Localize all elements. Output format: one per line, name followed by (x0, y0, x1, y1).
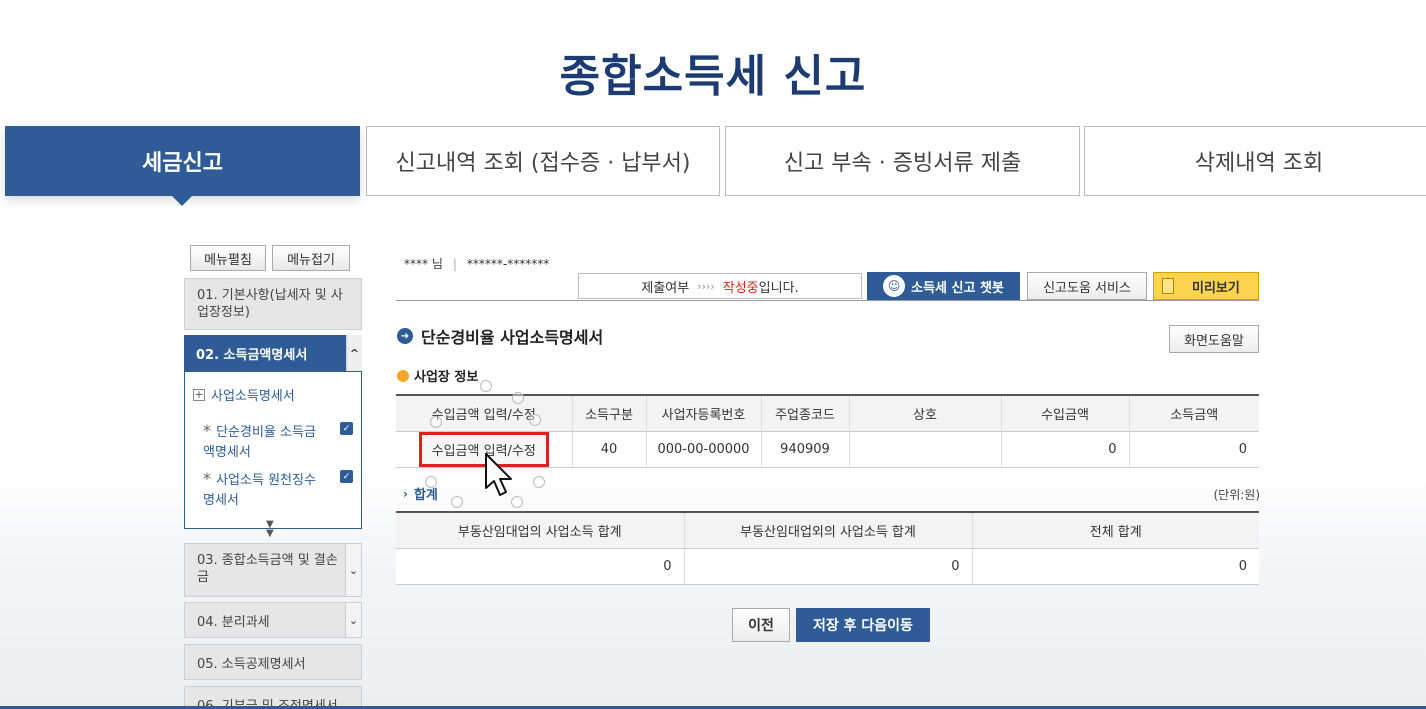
revenue-cell: 0 (1000, 431, 1129, 468)
chatbot-icon: ☺ (883, 275, 906, 297)
column-header: 사업자등록번호 (645, 394, 761, 432)
chevron-down-icon[interactable]: ⌄ (345, 544, 361, 596)
screen-help-button[interactable]: 화면도움말 (1169, 325, 1259, 353)
sidebar-item-label: 02. 소득금액명세서 (196, 348, 308, 363)
chevron-down-icon[interactable]: ⌄ (345, 603, 361, 637)
collapse-menu-button[interactable]: 메뉴접기 (272, 245, 350, 271)
user-info: **** 님 | ******-******* (404, 255, 549, 272)
column-header: 수입금액 입력/수정 (396, 394, 572, 432)
subsection-title: 사업장 정보 (414, 370, 479, 385)
sidebar-subgroup-label: 사업소득명세서 (211, 389, 295, 404)
status-prefix: 제출여부 (641, 280, 690, 296)
rental-income-total: 0 (396, 548, 684, 585)
status-arrows: ›››› (697, 279, 715, 293)
totals-title: 합계 (413, 488, 438, 503)
sidebar-item-income-statement[interactable]: 02. 소득금액명세서 ^ (184, 335, 362, 371)
column-header: 수입금액 (1000, 394, 1129, 432)
checked-icon: ✓ (340, 422, 353, 435)
user-name: **** 님 (404, 257, 443, 271)
income-cell: 0 (1128, 431, 1259, 468)
sidebar-subitem-label: 단순경비율 소득금액명세서 (203, 425, 316, 460)
chatbot-label: 소득세 신고 챗봇 (911, 280, 1004, 296)
save-and-next-button[interactable]: 저장 후 다음이동 (796, 608, 930, 642)
page-title: 종합소득세 신고 (559, 51, 867, 102)
tab-tax-filing[interactable]: 세금신고 (5, 126, 360, 196)
section-title: 단순경비율 사업소득명세서 (421, 328, 604, 347)
divider: | (452, 256, 457, 271)
column-header: 소득금액 (1128, 394, 1259, 432)
business-number-cell: 000-00-00000 (645, 431, 761, 468)
industry-code-cell: 940909 (760, 431, 849, 468)
status-suffix: 입니다. (758, 280, 799, 296)
sidebar-item-deductions[interactable]: 05. 소득공제명세서 (184, 644, 362, 680)
non-rental-income-total: 0 (683, 548, 972, 585)
totals-table: 부동산임대업의 사업소득 합계 부동산임대업외의 사업소득 합계 전체 합계 0… (396, 511, 1259, 585)
sidebar-subgroup[interactable]: + 사업소득명세서 (193, 385, 295, 404)
orange-bullet-icon (397, 369, 409, 382)
business-info-table: 수입금액 입력/수정 소득구분 사업자등록번호 주업종코드 상호 수입금액 소득… (396, 394, 1259, 468)
column-header: 부동산임대업의 사업소득 합계 (396, 511, 684, 549)
sidebar-item-label: 03. 종합소득금액 및 결손금 (197, 553, 338, 585)
grand-total: 0 (971, 548, 1259, 585)
sidebar-item-total-income[interactable]: 03. 종합소득금액 및 결손금 ⌄ (184, 543, 362, 597)
tab-filing-history[interactable]: 신고내역 조회 (접수증 · 납부서) (366, 126, 720, 196)
circle-arrow-icon: ➜ (397, 328, 413, 344)
chevron-right-icon: › (403, 486, 408, 501)
sidebar-item-basic-info[interactable]: 01. 기본사항(납세자 및 사업장정보) (184, 278, 362, 330)
sidebar-item-label: 05. 소득공제명세서 (197, 657, 306, 672)
table-header-row: 수입금액 입력/수정 소득구분 사업자등록번호 주업종코드 상호 수입금액 소득… (396, 394, 1259, 432)
mouse-cursor-icon (485, 453, 512, 496)
sidebar-item-label: 01. 기본사항(납세자 및 사업장정보) (197, 288, 343, 320)
active-tab-indicator (172, 196, 192, 206)
tab-deleted-history[interactable]: 삭제내역 조회 (1084, 126, 1426, 196)
totals-heading: › 합계 (403, 484, 438, 504)
chatbot-button[interactable]: ☺ 소득세 신고 챗봇 (867, 272, 1020, 300)
chevron-up-icon[interactable]: ^ (346, 335, 362, 371)
preview-button[interactable]: 미리보기 (1153, 272, 1259, 300)
user-id: ******-******* (466, 256, 550, 271)
sidebar-subitem-withholding[interactable]: * 사업소득 원천징수명세서 (203, 470, 323, 510)
sidebar-item-label: 04. 분리과세 (197, 615, 270, 630)
column-header: 부동산임대업외의 사업소득 합계 (683, 511, 972, 549)
expand-plus-icon: + (193, 387, 205, 401)
column-header: 소득구분 (571, 394, 646, 432)
table-row: 수입금액 입력/수정 40 000-00-00000 940909 0 0 (396, 431, 1259, 468)
help-service-button[interactable]: 신고도움 서비스 (1027, 272, 1147, 300)
status-value: 작성중 (722, 280, 759, 296)
submission-status: 제출여부 ›››› 작성중입니다. (578, 273, 862, 299)
unit-label: (단위:원) (1213, 488, 1260, 502)
sidebar-subitem-label: 사업소득 원천징수명세서 (203, 473, 316, 508)
bullet-icon: * (203, 469, 211, 488)
column-header: 전체 합계 (971, 511, 1259, 549)
previous-button[interactable]: 이전 (732, 608, 790, 642)
preview-label: 미리보기 (1192, 280, 1240, 296)
subsection-heading: 사업장 정보 (397, 366, 478, 385)
company-name-cell (848, 431, 1001, 468)
expand-menu-button[interactable]: 메뉴펼침 (190, 245, 266, 271)
tab-attachment-submit[interactable]: 신고 부속 · 증빙서류 제출 (725, 126, 1080, 196)
header-divider (396, 300, 1259, 301)
table-row: 0 0 0 (396, 548, 1259, 585)
sidebar-subitem-simple-expense[interactable]: * 단순경비율 소득금액명세서 (203, 422, 323, 462)
table-header-row: 부동산임대업의 사업소득 합계 부동산임대업외의 사업소득 합계 전체 합계 (396, 511, 1259, 549)
checked-icon: ✓ (340, 470, 353, 483)
bullet-icon: * (203, 421, 211, 440)
column-header: 상호 (848, 394, 1001, 432)
sidebar-item-separate-tax[interactable]: 04. 분리과세 ⌄ (184, 602, 362, 638)
section-heading: ➜ 단순경비율 사업소득명세서 (397, 324, 603, 348)
scroll-down-arrows-icon[interactable]: ▼ ▼ (266, 520, 274, 539)
document-icon (1162, 278, 1174, 294)
sidebar-submenu: + 사업소득명세서 * 단순경비율 소득금액명세서 ✓ * 사업소득 원천징수명… (184, 371, 362, 529)
column-header: 주업종코드 (760, 394, 849, 432)
income-type-cell: 40 (571, 431, 646, 468)
